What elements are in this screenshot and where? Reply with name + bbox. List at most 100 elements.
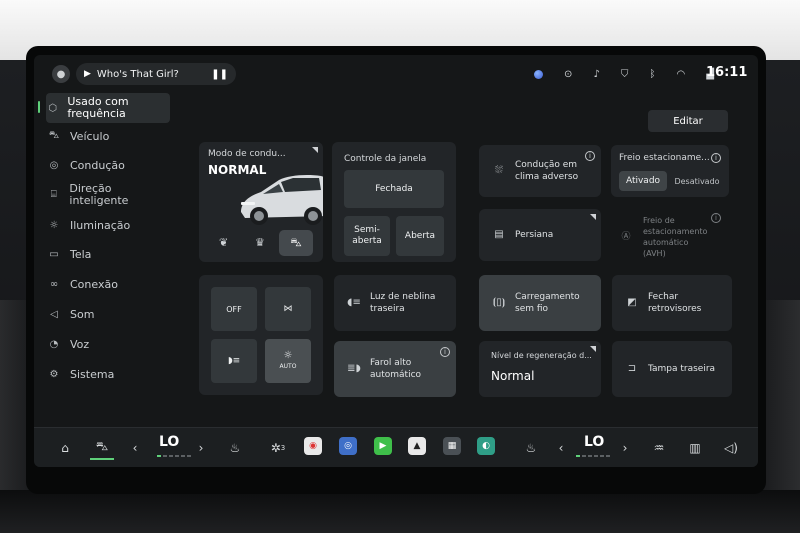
light-icon: ☼ (49, 220, 59, 231)
chevron-right-icon[interactable]: › (194, 436, 208, 460)
sunshade-card[interactable]: ▤ Persiana (479, 209, 601, 261)
sidebar-item-voice[interactable]: ◔ Voz (46, 338, 170, 351)
dashboard-bottom (0, 490, 800, 533)
sidebar-item-label: Conexão (70, 278, 118, 291)
rear-defrost-icon[interactable]: ▥ (684, 436, 706, 460)
user-avatar[interactable]: ● (52, 65, 70, 83)
right-temp-level (576, 455, 610, 458)
chevron-right-icon[interactable]: › (618, 436, 632, 460)
regen-level-card[interactable]: Nível de regeneração d... Normal (479, 341, 601, 397)
weather-car-icon: ⛆ (495, 165, 503, 176)
shield-icon: ⛉ (620, 68, 629, 80)
sidebar-item-label: Veículo (70, 130, 110, 143)
car-icon[interactable]: ⛍ (90, 436, 114, 460)
lights-off-button[interactable]: OFF (211, 287, 257, 331)
window-control-title: Controle da janela (344, 154, 427, 164)
expand-corner-icon (312, 147, 318, 153)
chevron-left-icon[interactable]: ‹ (554, 436, 568, 460)
sidebar-item-driving[interactable]: ◎ Condução (46, 159, 170, 172)
voice-icon: ◔ (49, 339, 59, 350)
bluetooth-icon: ᛒ (649, 68, 656, 80)
fan-icon[interactable]: ✲ 3 (266, 436, 290, 460)
info-icon[interactable]: i (585, 151, 595, 161)
info-icon[interactable]: i (711, 213, 721, 223)
avh-card[interactable]: Ⓐ Freio de estacionamento automático (AV… (611, 207, 729, 267)
left-temperature[interactable]: LO (159, 434, 179, 450)
wireless-charging-card[interactable]: ⦗▯⦘ Carregamento sem fio (479, 275, 601, 331)
window-open-button[interactable]: Aberta (396, 216, 444, 256)
edit-button[interactable]: Editar (648, 110, 728, 132)
pause-icon[interactable]: ❚❚ (211, 69, 228, 80)
window-half-open-button[interactable]: Semi-aberta (344, 216, 390, 256)
eco-leaf-icon[interactable]: ❦ (219, 236, 228, 249)
expand-corner-icon (590, 214, 596, 220)
user-icon: ● (56, 68, 66, 80)
sidebar-item-connection[interactable]: ∞ Conexão (46, 278, 170, 291)
car-image (241, 175, 323, 225)
car-icon: ⛍ (48, 130, 60, 141)
tailgate-icon: ⊐ (627, 363, 637, 374)
clock: 16:11 (706, 65, 748, 80)
play-icon: ▶ (84, 69, 91, 79)
sidebar-item-smart-driving[interactable]: ⌸ Direção inteligente (46, 183, 170, 207)
info-icon[interactable]: i (440, 347, 450, 357)
screen-icon: ▭ (49, 249, 59, 260)
sidebar-item-screen[interactable]: ▭ Tela (46, 248, 170, 261)
assistant-orb-icon[interactable] (534, 69, 543, 79)
sidebar-item-sound[interactable]: ◁ Som (46, 308, 170, 321)
media-pill[interactable]: ▶ Who's That Girl? ❚❚ (76, 63, 236, 85)
sidebar-item-vehicle[interactable]: ⛍ Veículo (46, 130, 170, 143)
passenger-seat-icon[interactable]: ♨ (520, 436, 542, 460)
sidebar-item-label: Sistema (70, 368, 115, 381)
media-title: Who's That Girl? (96, 68, 179, 80)
bottom-dock: ⌂ ⛍ ‹ LO › ♨ ✲ 3 ◉ ◎ ▶ ▲ ▦ ◐ ♨ ‹ LO › ♒ ▥… (34, 427, 758, 467)
side-lights-icon: ⋈ (283, 303, 293, 314)
fold-mirrors-card[interactable]: ◩ Fechar retrovisores (612, 275, 732, 331)
low-beam-button[interactable]: ◗≡ (211, 339, 257, 383)
left-temp-level (149, 455, 191, 458)
tailgate-card[interactable]: ⊐ Tampa traseira (612, 341, 732, 397)
mirror-icon: ◩ (627, 297, 637, 308)
rear-fog-card[interactable]: ◖≡ Luz de neblina traseira (334, 275, 456, 331)
comfort-car-mode-button[interactable]: ⛍ (279, 230, 313, 256)
media-app-icon[interactable]: ▶ (374, 437, 392, 455)
camera-360-app-icon[interactable]: ◎ (339, 437, 357, 455)
info-icon[interactable]: i (711, 153, 721, 163)
seat-heat-icon[interactable]: ♨ (224, 436, 246, 460)
link-icon: ∞ (49, 279, 59, 290)
wireless-charging-icon: ⦗▯⦘ (492, 297, 506, 308)
maps-app-icon[interactable]: ◉ (304, 437, 322, 455)
sidebar-item-label: Iluminação (70, 219, 131, 232)
app-grid-icon[interactable]: ▦ (443, 437, 461, 455)
right-temperature[interactable]: LO (584, 434, 604, 450)
car-icon: ⛍ (290, 235, 302, 249)
volume-icon[interactable]: ◁) (720, 436, 742, 460)
front-defrost-icon[interactable]: ♒ (648, 436, 670, 460)
sunshade-icon: ▤ (494, 229, 504, 240)
window-control-card: Controle da janela Fechada Semi-aberta A… (332, 142, 456, 262)
parking-brake-off-button[interactable]: Desativado (671, 171, 723, 191)
navigation-app-icon[interactable]: ▲ (408, 437, 426, 455)
home-icon[interactable]: ⌂ (54, 436, 76, 460)
adverse-weather-card[interactable]: ⛆ Condução em clima adverso i (479, 145, 601, 197)
sidebar-item-frequent[interactable]: ⬡ Usado com frequência (38, 93, 170, 123)
gear-icon: ⚙ (49, 369, 59, 380)
assistant-app-icon[interactable]: ◐ (477, 437, 495, 455)
wireless-charging-label: Carregamento sem fio (515, 292, 580, 314)
sidebar-item-lighting[interactable]: ☼ Iluminação (46, 219, 170, 232)
window-closed-button[interactable]: Fechada (344, 170, 444, 208)
fan-level: 3 (280, 444, 286, 452)
regen-value: Normal (491, 369, 535, 383)
sidebar-item-system[interactable]: ⚙ Sistema (46, 368, 170, 381)
sidebar-item-label: Tela (70, 248, 92, 261)
drive-mode-card[interactable]: Modo de condu... NORMAL ❦ ♛ ⛍ (199, 142, 323, 262)
avh-label: Freio de estacionamento automático (AVH) (643, 216, 708, 258)
auto-high-beam-card[interactable]: ≣◗ Farol alto automático i (334, 341, 456, 397)
expand-corner-icon (590, 346, 596, 352)
crown-icon[interactable]: ♛ (255, 236, 265, 249)
fog-light-icon: ◖≡ (347, 297, 361, 308)
chevron-left-icon[interactable]: ‹ (128, 436, 142, 460)
parking-brake-on-button[interactable]: Ativado (619, 171, 667, 191)
auto-lights-button[interactable]: ☼ AUTO (265, 339, 311, 383)
side-lights-button[interactable]: ⋈ (265, 287, 311, 331)
